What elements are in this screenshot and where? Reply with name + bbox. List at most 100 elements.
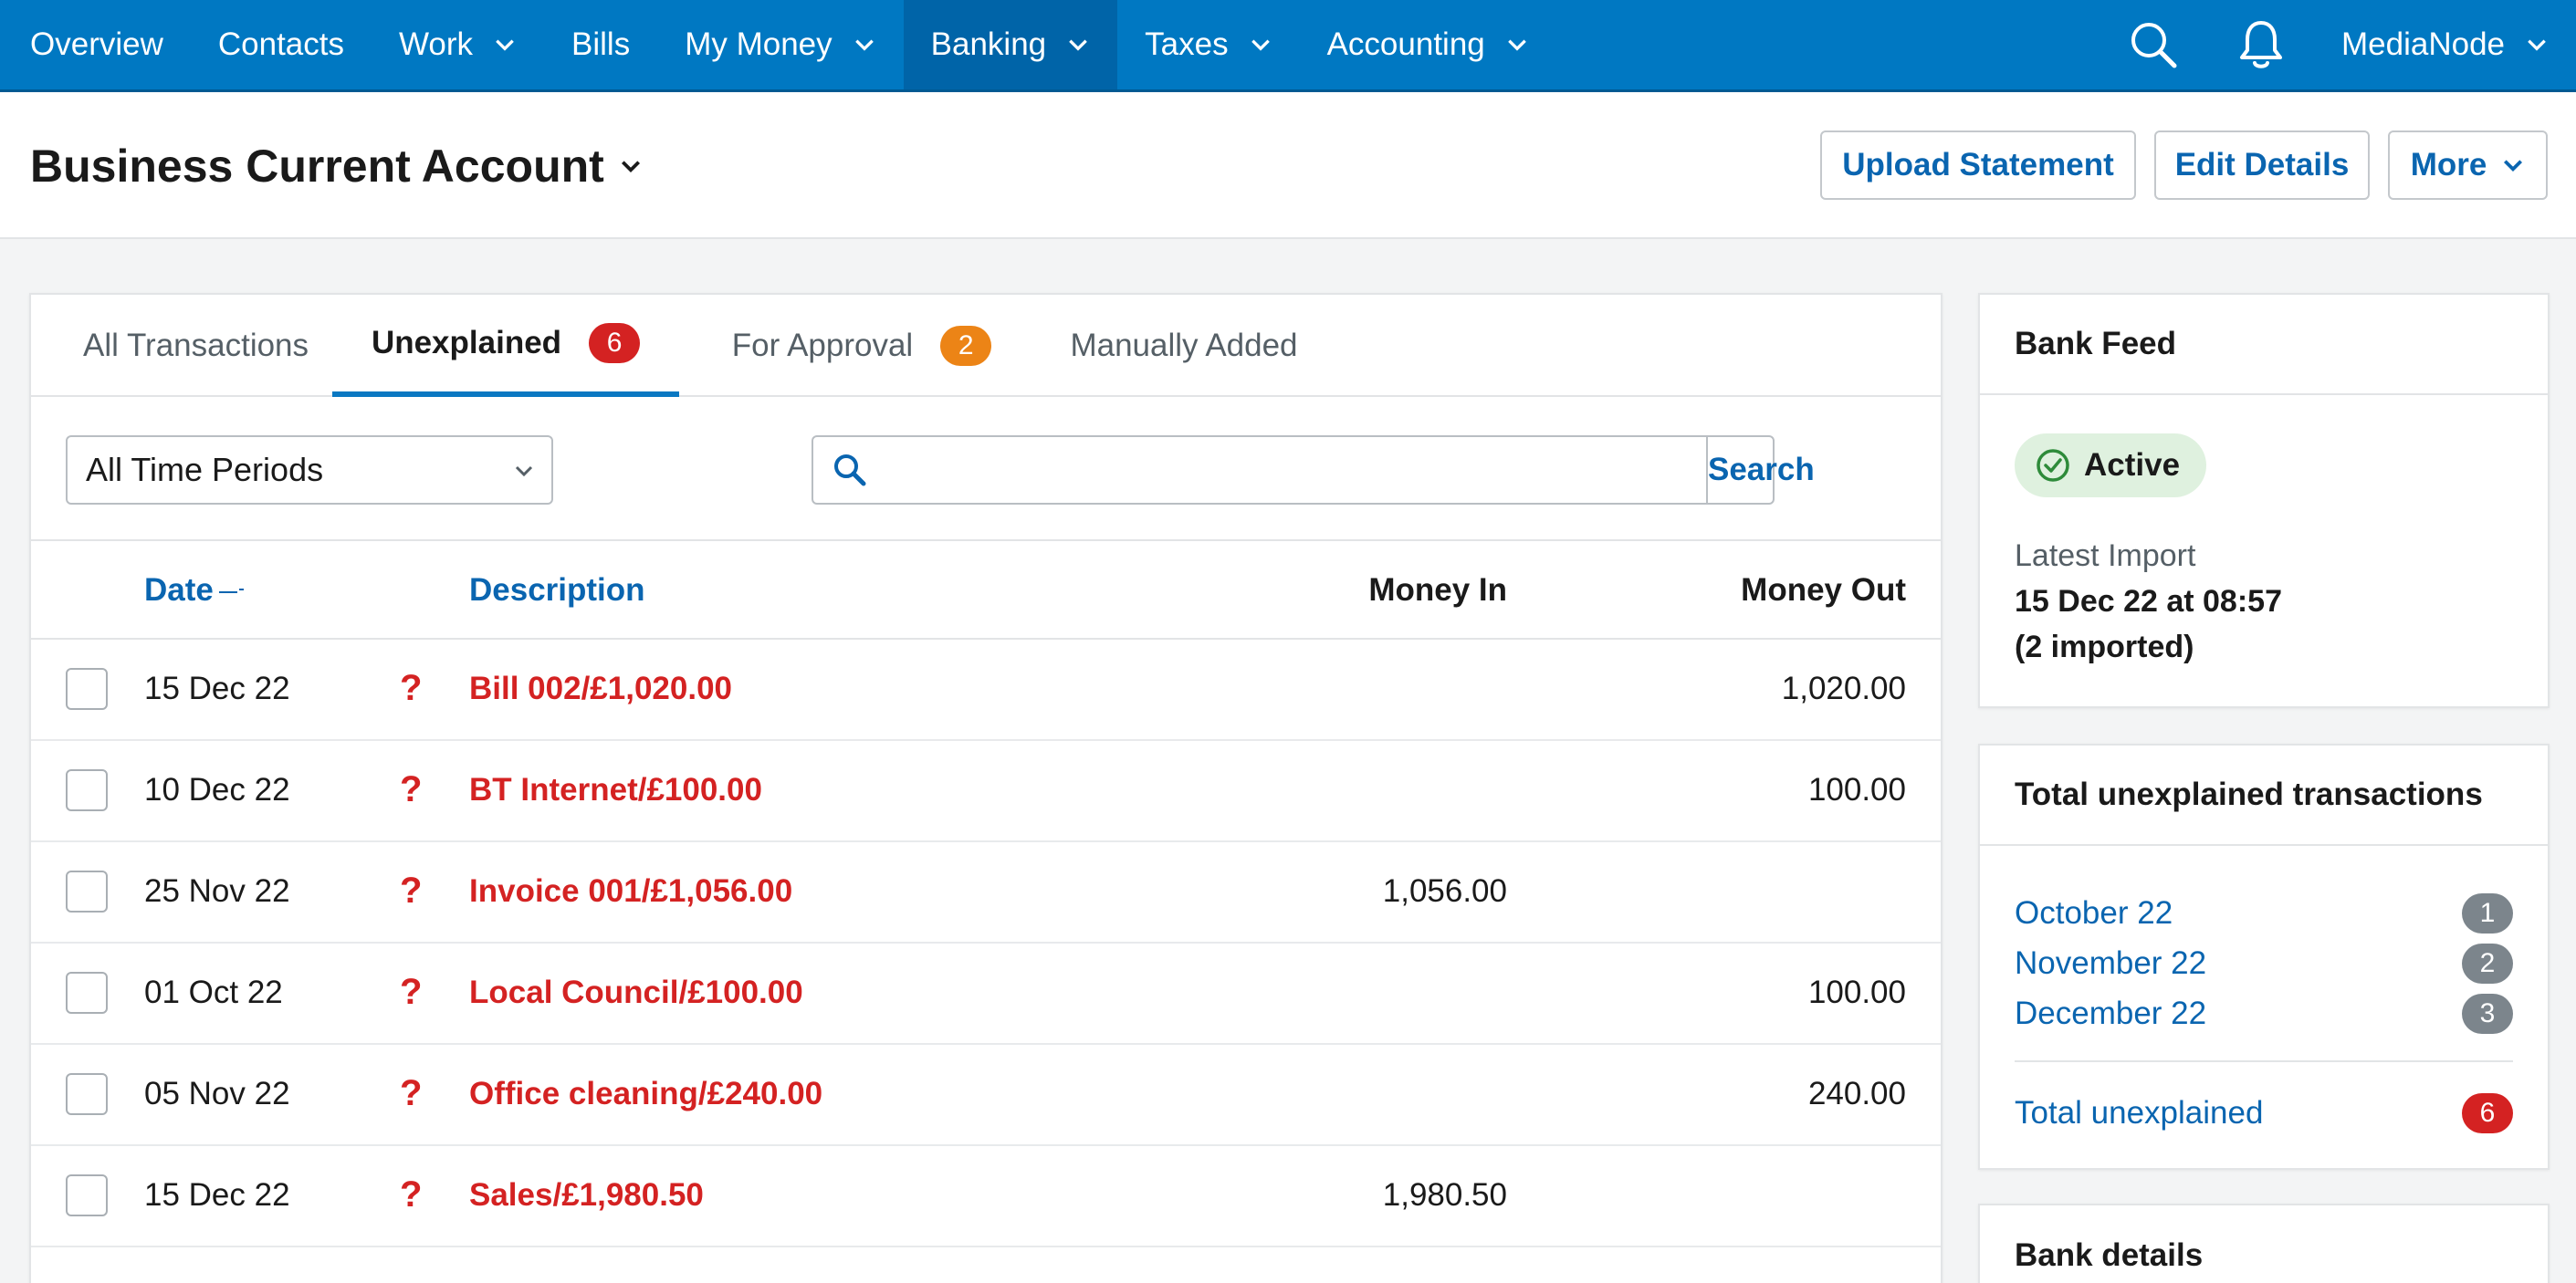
search-input-wrap xyxy=(813,437,1706,503)
nav-item-banking[interactable]: Banking xyxy=(903,0,1118,89)
month-row-october[interactable]: October 22 1 xyxy=(2015,892,2513,935)
tab-unexplained[interactable]: Unexplained 6 xyxy=(332,295,679,397)
chevron-down-icon xyxy=(1069,39,1087,51)
nav-item-overview[interactable]: Overview xyxy=(0,0,191,89)
month-row-december[interactable]: December 22 3 xyxy=(2015,992,2513,1036)
transactions-table: Date Description Money In Money Out 15 D… xyxy=(31,541,1941,1247)
unexplained-icon: ? xyxy=(400,1174,423,1215)
row-date: 05 Nov 22 xyxy=(144,1076,290,1111)
tab-label: All Transactions xyxy=(82,328,309,363)
description-column-header[interactable]: Description xyxy=(469,572,645,609)
upload-statement-button[interactable]: Upload Statement xyxy=(1820,130,2136,200)
row-checkbox[interactable] xyxy=(66,871,108,913)
nav-item-taxes[interactable]: Taxes xyxy=(1117,0,1299,89)
more-label: More xyxy=(2410,147,2487,183)
unexplained-icon: ? xyxy=(400,972,423,1012)
table-row[interactable]: 15 Dec 22 ? Sales/£1,980.50 1,980.50 xyxy=(31,1146,1941,1247)
table-row[interactable]: 15 Dec 22 ? Bill 002/£1,020.00 1,020.00 xyxy=(31,640,1941,741)
account-selector[interactable]: Business Current Account xyxy=(30,140,643,193)
nav-item-work[interactable]: Work xyxy=(372,0,544,89)
total-unexplained-link[interactable]: Total unexplained xyxy=(2015,1095,2263,1132)
row-money-out: 100.00 xyxy=(1807,772,1906,808)
filter-bar: All Time Periods Search xyxy=(31,397,1941,541)
time-period-select[interactable]: All Time Periods xyxy=(66,435,553,505)
unexplained-icon: ? xyxy=(400,769,423,809)
chevron-down-icon xyxy=(854,39,874,51)
search-input[interactable] xyxy=(885,452,1706,488)
more-button[interactable]: More xyxy=(2388,130,2548,200)
tab-manually-added[interactable]: Manually Added xyxy=(1052,295,1316,397)
money-out-column-header: Money Out xyxy=(1741,572,1906,609)
month-link[interactable]: October 22 xyxy=(2015,895,2173,932)
user-menu[interactable]: MediaNode xyxy=(2341,26,2549,63)
row-description[interactable]: BT Internet/£100.00 xyxy=(469,772,762,808)
unexplained-summary-title: Total unexplained transactions xyxy=(1980,746,2548,846)
row-money-out: 100.00 xyxy=(1807,975,1906,1010)
user-name: MediaNode xyxy=(2341,26,2505,62)
month-row-november[interactable]: November 22 2 xyxy=(2015,942,2513,986)
row-checkbox[interactable] xyxy=(66,1073,108,1115)
nav-item-label: Accounting xyxy=(1326,26,1485,62)
search-button[interactable]: Search xyxy=(1706,437,1815,503)
tab-for-approval[interactable]: For Approval 2 xyxy=(711,295,1012,397)
table-row[interactable]: 25 Nov 22 ? Invoice 001/£1,056.00 1,056.… xyxy=(31,842,1941,944)
unexplained-icon: ? xyxy=(400,1073,423,1113)
table-row[interactable]: 05 Nov 22 ? Office cleaning/£240.00 240.… xyxy=(31,1045,1941,1146)
column-label: Money Out xyxy=(1741,572,1906,608)
nav-item-contacts[interactable]: Contacts xyxy=(191,0,372,89)
row-description[interactable]: Sales/£1,980.50 xyxy=(469,1177,704,1214)
bell-icon[interactable] xyxy=(2234,17,2288,72)
month-link[interactable]: December 22 xyxy=(2015,996,2206,1032)
bank-feed-title: Bank Feed xyxy=(1980,295,2548,395)
divider xyxy=(2015,1060,2513,1062)
table-row[interactable]: 01 Oct 22 ? Local Council/£100.00 100.00 xyxy=(31,944,1941,1045)
sort-icon xyxy=(218,588,244,593)
month-link[interactable]: November 22 xyxy=(2015,945,2206,982)
nav-item-accounting[interactable]: Accounting xyxy=(1300,0,1556,89)
bank-details-title: Bank details xyxy=(2015,1237,2204,1273)
row-date: 15 Dec 22 xyxy=(144,671,290,706)
table-row[interactable]: 10 Dec 22 ? BT Internet/£100.00 100.00 xyxy=(31,741,1941,842)
total-unexplained-row[interactable]: Total unexplained 6 xyxy=(2015,1091,2513,1135)
row-description[interactable]: Local Council/£100.00 xyxy=(469,975,803,1011)
row-date: 01 Oct 22 xyxy=(144,975,283,1010)
count-badge: 2 xyxy=(940,326,992,366)
bank-feed-card: Bank Feed Active Latest Import 15 Dec 22… xyxy=(1978,293,2550,708)
nav-item-label: Banking xyxy=(930,26,1047,62)
nav-item-my-money[interactable]: My Money xyxy=(657,0,903,89)
row-checkbox[interactable] xyxy=(66,1174,108,1216)
row-checkbox[interactable] xyxy=(66,972,108,1014)
row-description[interactable]: Office cleaning/£240.00 xyxy=(469,1076,822,1112)
chevron-down-icon xyxy=(2528,39,2546,51)
latest-import-value: 15 Dec 22 at 08:57 xyxy=(2015,584,2282,619)
search-icon xyxy=(834,454,866,486)
row-description[interactable]: Invoice 001/£1,056.00 xyxy=(469,873,792,910)
transaction-tabs: All Transactions Unexplained 6 For Appro… xyxy=(31,295,1941,397)
date-column-header[interactable]: Date xyxy=(144,572,245,609)
row-checkbox[interactable] xyxy=(66,769,108,811)
count-badge: 3 xyxy=(2462,994,2513,1034)
search-icon[interactable] xyxy=(2126,17,2181,72)
row-money-out: 240.00 xyxy=(1807,1076,1906,1111)
nav-item-label: Bills xyxy=(571,26,631,62)
edit-details-label: Edit Details xyxy=(2174,147,2350,183)
unexplained-icon: ? xyxy=(400,871,423,911)
count-badge: 6 xyxy=(589,323,641,363)
chevron-down-icon xyxy=(621,161,640,173)
row-date: 10 Dec 22 xyxy=(144,772,290,808)
row-checkbox[interactable] xyxy=(66,668,108,710)
check-circle-icon xyxy=(2037,449,2069,482)
nav-item-label: Taxes xyxy=(1145,26,1229,62)
edit-details-button[interactable]: Edit Details xyxy=(2154,130,2370,200)
tab-all-transactions[interactable]: All Transactions xyxy=(66,295,326,397)
row-date: 15 Dec 22 xyxy=(144,1177,290,1213)
row-description[interactable]: Bill 002/£1,020.00 xyxy=(469,671,732,707)
unexplained-icon: ? xyxy=(400,668,423,708)
nav-item-bills[interactable]: Bills xyxy=(544,0,657,89)
top-navigation-bar: Overview Contacts Work Bills My Money Ba… xyxy=(0,0,2576,92)
nav-right-group: MediaNode xyxy=(2126,0,2576,89)
page-header: Business Current Account Upload Statemen… xyxy=(0,92,2576,239)
column-label: Money In xyxy=(1368,572,1507,608)
tab-label: For Approval xyxy=(731,328,914,363)
row-money-in: 1,980.50 xyxy=(1382,1177,1507,1213)
